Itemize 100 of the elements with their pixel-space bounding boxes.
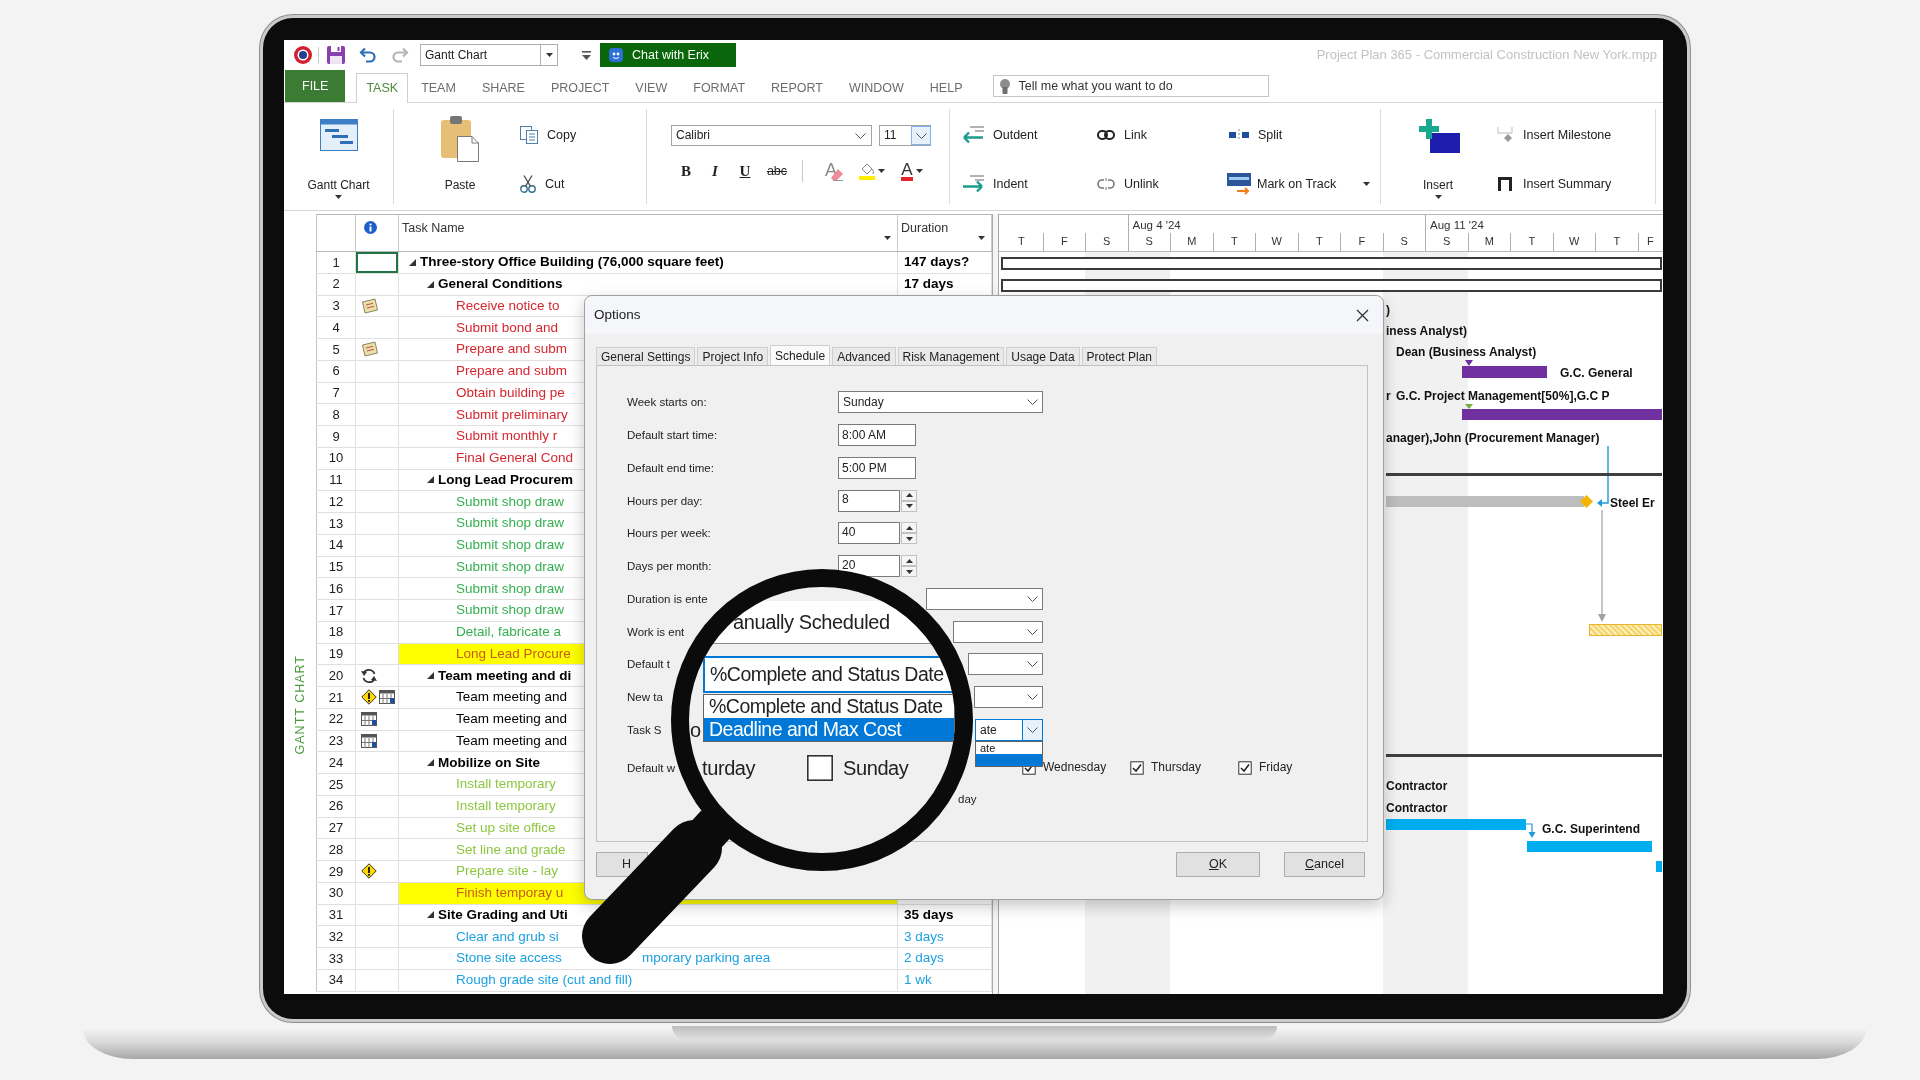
ok-button[interactable]: OK bbox=[1176, 852, 1260, 877]
checkbox[interactable] bbox=[1238, 760, 1252, 775]
task-name: Set up site office bbox=[456, 819, 556, 836]
task-name: Install temporary bbox=[456, 776, 556, 793]
ribbon-tab[interactable]: TEAM bbox=[408, 73, 469, 102]
dialog-tab[interactable]: Advanced bbox=[832, 347, 896, 365]
task-name: Obtain building pe bbox=[456, 384, 565, 401]
customize-icon[interactable] bbox=[582, 50, 591, 60]
row-number: 25 bbox=[327, 776, 345, 793]
row-number: 28 bbox=[327, 841, 345, 858]
number-field[interactable]: 40 bbox=[838, 522, 900, 545]
ribbon-button[interactable]: Mark on Track bbox=[1227, 173, 1370, 195]
chevron-down-icon bbox=[1026, 694, 1038, 701]
calendar-icon bbox=[379, 690, 395, 705]
gantt-chart-icon bbox=[319, 119, 358, 151]
dialog-tab[interactable]: Risk Management bbox=[897, 347, 1005, 365]
ribbon-button[interactable]: Insert Summary bbox=[1496, 173, 1612, 195]
ribbon-tab[interactable]: REPORT bbox=[758, 73, 836, 102]
bold-button[interactable]: B bbox=[675, 160, 697, 182]
dropdown[interactable] bbox=[968, 653, 1043, 676]
ribbon-tab[interactable]: SHARE bbox=[468, 73, 538, 102]
time-field[interactable]: 8:00 AM bbox=[838, 424, 916, 447]
number-field[interactable]: 8 bbox=[838, 489, 900, 512]
row-number: 21 bbox=[327, 689, 345, 706]
ribbon-button[interactable]: Unlink bbox=[1097, 173, 1227, 195]
ribbon-tab[interactable]: PROJECT bbox=[537, 73, 623, 102]
magnified-option: %Complete and Status Date bbox=[704, 695, 954, 718]
ribbon-button[interactable]: Copy bbox=[520, 124, 577, 146]
dropdown[interactable]: ate bbox=[975, 718, 1043, 741]
caret-down-icon bbox=[915, 169, 923, 173]
dropdown[interactable]: Sunday bbox=[838, 391, 1043, 414]
ribbon-tab[interactable]: TASK bbox=[356, 73, 409, 103]
dialog-tab[interactable]: Protect Plan bbox=[1081, 347, 1157, 365]
spin-down-button[interactable] bbox=[901, 500, 917, 512]
italic-button[interactable]: I bbox=[704, 160, 726, 182]
dialog-tab[interactable]: General Settings bbox=[596, 347, 696, 365]
ribbon-button[interactable]: Indent bbox=[962, 173, 1097, 195]
spin-down-button[interactable] bbox=[901, 566, 917, 578]
paste-button[interactable]: Paste bbox=[435, 109, 485, 204]
font-color-button[interactable]: A bbox=[898, 160, 926, 182]
dropdown-option[interactable]: ate bbox=[976, 741, 1042, 754]
cancel-button[interactable]: Cancel bbox=[1284, 852, 1365, 877]
timescale-day: F bbox=[1340, 233, 1383, 251]
row-number: 2 bbox=[331, 276, 341, 292]
task-bar bbox=[1656, 861, 1662, 872]
ribbon-tab[interactable]: HELP bbox=[916, 73, 976, 102]
duration: 3 days bbox=[903, 928, 944, 945]
row-number: 17 bbox=[327, 602, 345, 619]
ribbon-button[interactable]: Split bbox=[1227, 124, 1379, 146]
dialog-tab[interactable]: Usage Data bbox=[1006, 347, 1080, 365]
note-icon bbox=[361, 297, 379, 314]
undo-icon[interactable] bbox=[359, 47, 377, 63]
dialog-tab[interactable]: Project Info bbox=[697, 347, 769, 365]
dropdown[interactable] bbox=[974, 686, 1043, 709]
spin-up-button[interactable] bbox=[901, 489, 917, 501]
gantt-chart-button[interactable]: Gantt Chart bbox=[301, 109, 376, 204]
window-title: Project Plan 365 - Commercial Construction New York.mpp bbox=[1316, 47, 1658, 63]
file-tab[interactable]: FILE bbox=[285, 70, 346, 102]
number-field[interactable]: 20 bbox=[838, 555, 900, 578]
save-icon[interactable] bbox=[327, 46, 345, 64]
task-name: Long Lead Procure bbox=[456, 645, 571, 662]
ribbon-button[interactable]: Link bbox=[1097, 124, 1227, 146]
task-name: Submit bond and bbox=[456, 319, 559, 336]
mark-on-track-icon bbox=[1227, 173, 1251, 195]
insert-button[interactable]: Insert bbox=[1410, 109, 1466, 204]
font-size-dropdown[interactable]: 11 bbox=[879, 125, 931, 146]
font-dropdown[interactable]: Calibri bbox=[671, 125, 872, 146]
timescale-day: S bbox=[1425, 233, 1468, 251]
timescale-day: T bbox=[1595, 233, 1638, 251]
milestone-icon bbox=[1496, 126, 1514, 144]
column-header[interactable]: Task Name bbox=[399, 215, 898, 251]
strikethrough-button[interactable]: abc bbox=[762, 160, 792, 182]
tell-me-field[interactable]: Tell me what you want to do bbox=[1018, 77, 1259, 95]
field-label: Default start time: bbox=[627, 429, 718, 442]
ribbon-tab[interactable]: FORMAT bbox=[680, 73, 759, 102]
time-field[interactable]: 5:00 PM bbox=[838, 456, 916, 479]
row-number: 8 bbox=[331, 406, 341, 423]
tell-me-box[interactable]: Tell me what you want to do bbox=[993, 75, 1270, 97]
field-label: New ta bbox=[627, 691, 663, 704]
underline-button[interactable]: U bbox=[734, 160, 756, 182]
scissors-icon bbox=[520, 175, 536, 193]
ribbon-button[interactable]: Cut bbox=[520, 173, 577, 195]
task-name: Team meeting and di bbox=[438, 667, 572, 684]
ribbon-button[interactable]: Outdent bbox=[962, 124, 1097, 146]
dropdown[interactable] bbox=[953, 620, 1043, 643]
checkbox[interactable] bbox=[1130, 760, 1144, 775]
row-number: 10 bbox=[327, 450, 345, 466]
ribbon-button[interactable]: Insert Milestone bbox=[1496, 124, 1612, 146]
spin-down-button[interactable] bbox=[901, 533, 917, 545]
ribbon-tab[interactable]: WINDOW bbox=[835, 73, 917, 102]
gantt-label: Steel Er bbox=[1610, 495, 1655, 511]
view-dropdown[interactable]: Gantt Chart bbox=[420, 44, 558, 66]
dropdown[interactable] bbox=[926, 587, 1043, 610]
dialog-tab[interactable]: Schedule bbox=[770, 345, 831, 365]
timescale-day: S bbox=[1127, 233, 1170, 251]
spin-up-button[interactable] bbox=[901, 555, 917, 567]
spin-up-button[interactable] bbox=[901, 522, 917, 534]
ribbon-tab[interactable]: VIEW bbox=[622, 73, 681, 102]
chat-button[interactable]: Chat with Erix bbox=[600, 43, 736, 67]
dropdown-option[interactable] bbox=[976, 753, 1042, 766]
